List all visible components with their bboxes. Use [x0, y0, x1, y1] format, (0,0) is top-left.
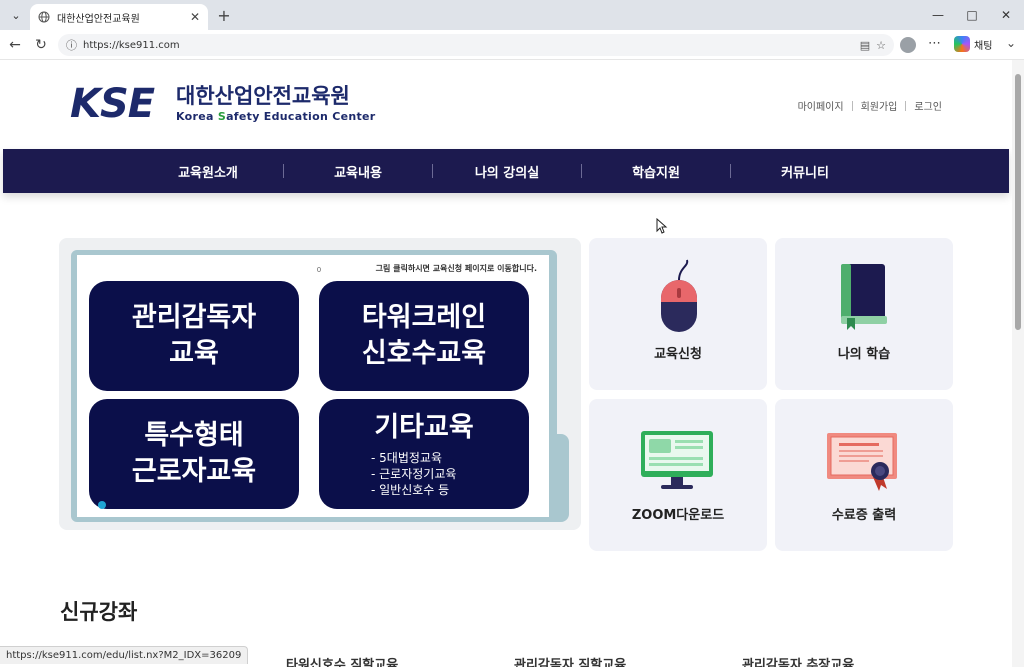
logo-mark-text: KSE — [70, 81, 155, 127]
nav-item-my-classroom[interactable]: 나의 강의실 — [432, 149, 582, 193]
nav-item-community[interactable]: 커뮤니티 — [730, 149, 880, 193]
nav-item-learning-support[interactable]: 학습지원 — [581, 149, 731, 193]
new-tab-plus-icon[interactable]: + — [214, 5, 234, 25]
banner-frame: 0 그림 클릭하시면 교육신청 페이지로 이동합니다. 관리감독자 교육 타워크… — [71, 250, 569, 522]
close-window-icon[interactable]: ✕ — [996, 6, 1016, 24]
page-scrollbar[interactable] — [1012, 60, 1024, 667]
nav-item-about[interactable]: 교육원소개 — [133, 149, 283, 193]
reader-mode-icon[interactable]: ▤ — [860, 39, 870, 52]
login-link[interactable]: 로그인 — [914, 98, 942, 113]
logo-en-pre: Korea — [176, 110, 218, 123]
more-menu-icon[interactable]: ⋯ — [928, 36, 941, 51]
quick-link-label: 나의 학습 — [837, 347, 891, 362]
browser-tabstrip: ⌄ 대한산업안전교육원 ✕ + — □ ✕ — [0, 0, 1024, 30]
minimize-icon[interactable]: — — [928, 6, 948, 24]
mypage-link[interactable]: 마이페이지 — [798, 98, 844, 113]
tab-title: 대한산업안전교육원 — [57, 13, 140, 25]
quick-link-label: 수료증 출력 — [831, 508, 897, 523]
quick-link-my-learning[interactable]: 나의 학습 — [775, 238, 953, 390]
nav-item-courses[interactable]: 교육내용 — [283, 149, 433, 193]
quick-link-certificate[interactable]: 수료증 출력 — [775, 399, 953, 551]
favorite-star-icon[interactable]: ☆ — [876, 39, 886, 52]
browser-tab[interactable]: 대한산업안전교육원 ✕ — [30, 4, 208, 30]
logo-en-post: afety Education Center — [226, 110, 376, 123]
link-divider — [905, 100, 907, 111]
quick-link-label: ZOOM다운로드 — [631, 508, 725, 523]
site-logo-text[interactable]: 대한산업안전교육원 Korea Safety Education Center — [176, 84, 376, 123]
banner-side-tab — [547, 434, 569, 522]
web-page: KSE 대한산업안전교육원 Korea Safety Education Cen… — [0, 60, 1012, 667]
banner-card-tower-crane[interactable]: 타워크레인 신호수교육 — [319, 281, 529, 391]
mouse-icon — [661, 259, 697, 332]
site-logo-mark[interactable]: KSE — [70, 81, 155, 127]
profile-avatar[interactable] — [900, 37, 916, 53]
top-utility-links: 마이페이지 회원가입 로그인 — [798, 98, 942, 113]
scrollbar-thumb[interactable] — [1015, 74, 1021, 330]
card-list-item: - 근로자정기교육 — [371, 467, 457, 481]
quick-link-apply[interactable]: 교육신청 — [589, 238, 767, 390]
link-divider — [851, 100, 853, 111]
card-title-line1: 타워크레인 — [361, 302, 487, 333]
signup-link[interactable]: 회원가입 — [861, 98, 898, 113]
new-course-item[interactable]: 관리감독자 추장교육 — [742, 654, 854, 667]
card-title-line1: 특수형태 — [144, 420, 244, 451]
refresh-icon[interactable]: ↻ — [32, 36, 50, 54]
banner-card-other[interactable]: 기타교육 - 5대법정교육 - 근로자정기교육 - 일반신호수 등 — [319, 399, 529, 509]
card-title-line2: 교육 — [169, 338, 219, 369]
maximize-icon[interactable]: □ — [962, 6, 982, 24]
course-banner[interactable]: 0 그림 클릭하시면 교육신청 페이지로 이동합니다. 관리감독자 교육 타워크… — [59, 238, 581, 530]
tab-actions-chevron-icon[interactable]: ⌄ — [6, 5, 26, 25]
address-bar[interactable]: ⓘ https://kse911.com ▤ ☆ — [58, 34, 894, 56]
status-bar-url: https://kse911.com/edu/list.nx?M2_IDX=36… — [0, 646, 249, 664]
banner-card-special-workers[interactable]: 특수형태 근로자교육 — [89, 399, 299, 509]
globe-icon — [38, 11, 50, 23]
card-title-line2: 근로자교육 — [131, 456, 257, 487]
copilot-label: 채팅 — [974, 40, 993, 52]
site-info-icon[interactable]: ⓘ — [66, 37, 77, 53]
banner-dot-indicator[interactable] — [98, 501, 106, 509]
card-list-item: - 일반신호수 등 — [371, 483, 450, 497]
book-icon — [841, 264, 887, 330]
new-course-item[interactable]: 관리감독자 직할교육 — [514, 654, 626, 667]
card-title-line2: 신호수교육 — [361, 338, 487, 369]
chevron-down-icon[interactable]: ⌄ — [1006, 36, 1016, 50]
banner-note: 그림 클릭하시면 교육신청 페이지로 이동합니다. — [375, 264, 537, 273]
new-course-item[interactable]: 타워신호수 직할교육 — [286, 654, 398, 667]
card-list-item: - 5대법정교육 — [371, 451, 442, 465]
back-arrow-icon[interactable]: ← — [6, 36, 24, 54]
quick-link-zoom-download[interactable]: ZOOM다운로드 — [589, 399, 767, 551]
close-tab-icon[interactable]: ✕ — [190, 10, 200, 24]
card-title-line1: 관리감독자 — [131, 302, 257, 333]
card-title: 기타교육 — [374, 412, 474, 443]
main-navigation: 교육원소개 교육내용 나의 강의실 학습지원 커뮤니티 — [3, 149, 1009, 193]
mouse-cursor-icon — [656, 218, 668, 234]
logo-en-s: S — [217, 110, 227, 123]
certificate-icon — [827, 433, 897, 491]
banner-page-indicator: 0 — [303, 261, 335, 277]
quick-link-label: 교육신청 — [654, 347, 702, 362]
address-url: https://kse911.com — [83, 39, 180, 51]
banner-card-supervisor[interactable]: 관리감독자 교육 — [89, 281, 299, 391]
new-courses-title: 신규강좌 — [60, 600, 138, 624]
copilot-button[interactable]: 채팅 — [954, 36, 992, 52]
monitor-icon — [641, 431, 713, 489]
banner-inner: 0 그림 클릭하시면 교육신청 페이지로 이동합니다. 관리감독자 교육 타워크… — [77, 255, 549, 517]
browser-toolbar: ← ↻ ⓘ https://kse911.com ▤ ☆ ⋯ 채팅 ⌄ — [0, 30, 1024, 60]
copilot-logo-icon — [954, 36, 970, 52]
logo-name-ko: 대한산업안전교육원 — [176, 84, 350, 108]
logo-name-en: Korea Safety Education Center — [176, 110, 376, 123]
